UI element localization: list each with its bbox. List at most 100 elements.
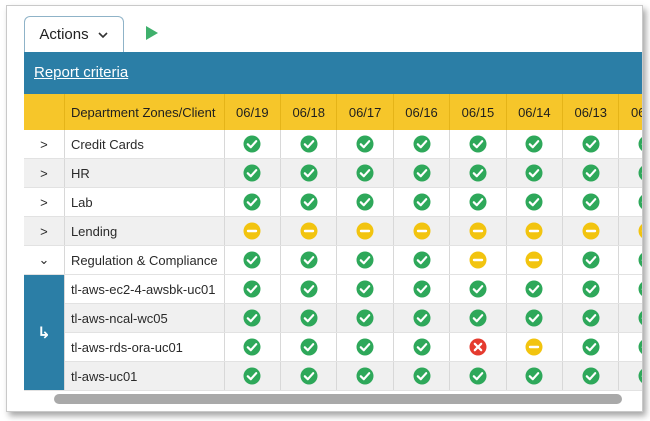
status-cell[interactable] <box>506 216 564 246</box>
status-cell[interactable] <box>562 303 620 333</box>
date-column-header[interactable]: 06/14 <box>506 94 564 130</box>
status-cell[interactable] <box>280 332 338 362</box>
status-cell[interactable] <box>336 216 394 246</box>
date-column-header[interactable]: 06/16 <box>393 94 451 130</box>
status-cell[interactable] <box>336 303 394 333</box>
status-cell[interactable] <box>618 274 642 304</box>
status-cell[interactable] <box>393 274 451 304</box>
status-cell[interactable] <box>336 187 394 217</box>
table-row[interactable]: > Lending <box>24 216 642 246</box>
status-cell[interactable] <box>449 274 507 304</box>
status-cell[interactable] <box>449 130 507 159</box>
date-column-header[interactable]: 06/19 <box>224 94 282 130</box>
child-table-row[interactable]: tl-aws-rds-ora-uc01 <box>24 332 642 362</box>
status-cell[interactable] <box>393 216 451 246</box>
status-cell[interactable] <box>224 130 282 159</box>
status-cell[interactable] <box>224 187 282 217</box>
status-cell[interactable] <box>562 130 620 159</box>
table-row[interactable]: ⌄ Regulation & Compliance <box>24 245 642 275</box>
status-cell[interactable] <box>280 274 338 304</box>
date-column-header[interactable]: 06/17 <box>336 94 394 130</box>
status-cell[interactable] <box>280 216 338 246</box>
child-table-row[interactable]: tl-aws-uc01 <box>24 361 642 391</box>
status-cell[interactable] <box>280 158 338 188</box>
status-cell[interactable] <box>393 130 451 159</box>
status-cell[interactable] <box>562 332 620 362</box>
child-table-row[interactable]: tl-aws-ncal-wc05 <box>24 303 642 333</box>
status-cell[interactable] <box>506 332 564 362</box>
status-cell[interactable] <box>562 274 620 304</box>
status-cell[interactable] <box>393 361 451 391</box>
status-cell[interactable] <box>280 361 338 391</box>
horizontal-scrollbar[interactable] <box>54 394 622 404</box>
play-icon[interactable] <box>145 25 159 41</box>
status-cell[interactable] <box>562 187 620 217</box>
status-cell[interactable] <box>336 274 394 304</box>
status-cell[interactable] <box>618 130 642 159</box>
status-cell[interactable] <box>449 332 507 362</box>
status-cell[interactable] <box>618 332 642 362</box>
report-criteria-link[interactable]: Report criteria <box>34 64 128 81</box>
status-cell[interactable] <box>618 187 642 217</box>
status-cell[interactable] <box>506 303 564 333</box>
child-table-row[interactable]: ↳ tl-aws-ec2-4-awsbk-uc01 <box>24 274 642 391</box>
status-cell[interactable] <box>336 332 394 362</box>
expand-chevron-icon[interactable]: > <box>24 216 65 246</box>
status-cell[interactable] <box>224 303 282 333</box>
status-cell[interactable] <box>618 361 642 391</box>
status-cell[interactable] <box>562 245 620 275</box>
status-cell[interactable] <box>618 158 642 188</box>
status-cell[interactable] <box>280 187 338 217</box>
status-cell[interactable] <box>506 245 564 275</box>
status-cell[interactable] <box>618 216 642 246</box>
status-cell[interactable] <box>393 187 451 217</box>
date-column-header[interactable]: 06/12 <box>618 94 642 130</box>
status-cell[interactable] <box>618 245 642 275</box>
date-column-header[interactable]: 06/13 <box>562 94 620 130</box>
status-cell[interactable] <box>393 245 451 275</box>
row-label: Credit Cards <box>64 130 225 159</box>
date-column-header[interactable]: 06/15 <box>449 94 507 130</box>
status-cell[interactable] <box>224 332 282 362</box>
status-cell[interactable] <box>280 245 338 275</box>
status-cell[interactable] <box>336 158 394 188</box>
status-cell[interactable] <box>449 245 507 275</box>
table-row[interactable]: > Credit Cards <box>24 130 642 159</box>
status-cell[interactable] <box>449 158 507 188</box>
status-cell[interactable] <box>224 158 282 188</box>
status-cell[interactable] <box>336 361 394 391</box>
actions-dropdown-button[interactable]: Actions <box>24 16 124 52</box>
status-cell[interactable] <box>562 361 620 391</box>
status-cell[interactable] <box>506 130 564 159</box>
status-cell[interactable] <box>280 303 338 333</box>
table-row[interactable]: > Lab <box>24 187 642 217</box>
status-cell[interactable] <box>562 216 620 246</box>
status-cell[interactable] <box>224 274 282 304</box>
collapse-chevron-icon[interactable]: ⌄ <box>24 245 65 275</box>
status-cell[interactable] <box>280 130 338 159</box>
status-cell[interactable] <box>618 303 642 333</box>
status-cell[interactable] <box>506 361 564 391</box>
date-column-header[interactable]: 06/18 <box>280 94 338 130</box>
status-cell[interactable] <box>224 216 282 246</box>
status-cell[interactable] <box>562 158 620 188</box>
status-cell[interactable] <box>224 361 282 391</box>
status-cell[interactable] <box>393 332 451 362</box>
status-cell[interactable] <box>506 158 564 188</box>
status-cell[interactable] <box>506 274 564 304</box>
status-cell[interactable] <box>393 158 451 188</box>
status-cell[interactable] <box>336 130 394 159</box>
table-row[interactable]: > HR <box>24 158 642 188</box>
status-cell[interactable] <box>449 361 507 391</box>
status-cell[interactable] <box>224 245 282 275</box>
expand-chevron-icon[interactable]: > <box>24 158 65 188</box>
status-cell[interactable] <box>449 187 507 217</box>
expand-chevron-icon[interactable]: > <box>24 187 65 217</box>
status-cell[interactable] <box>336 245 394 275</box>
status-cell[interactable] <box>449 303 507 333</box>
status-cell[interactable] <box>393 303 451 333</box>
expand-chevron-icon[interactable]: > <box>24 130 65 159</box>
client-column-header[interactable]: Department Zones/Client <box>64 94 225 130</box>
status-cell[interactable] <box>449 216 507 246</box>
status-cell[interactable] <box>506 187 564 217</box>
